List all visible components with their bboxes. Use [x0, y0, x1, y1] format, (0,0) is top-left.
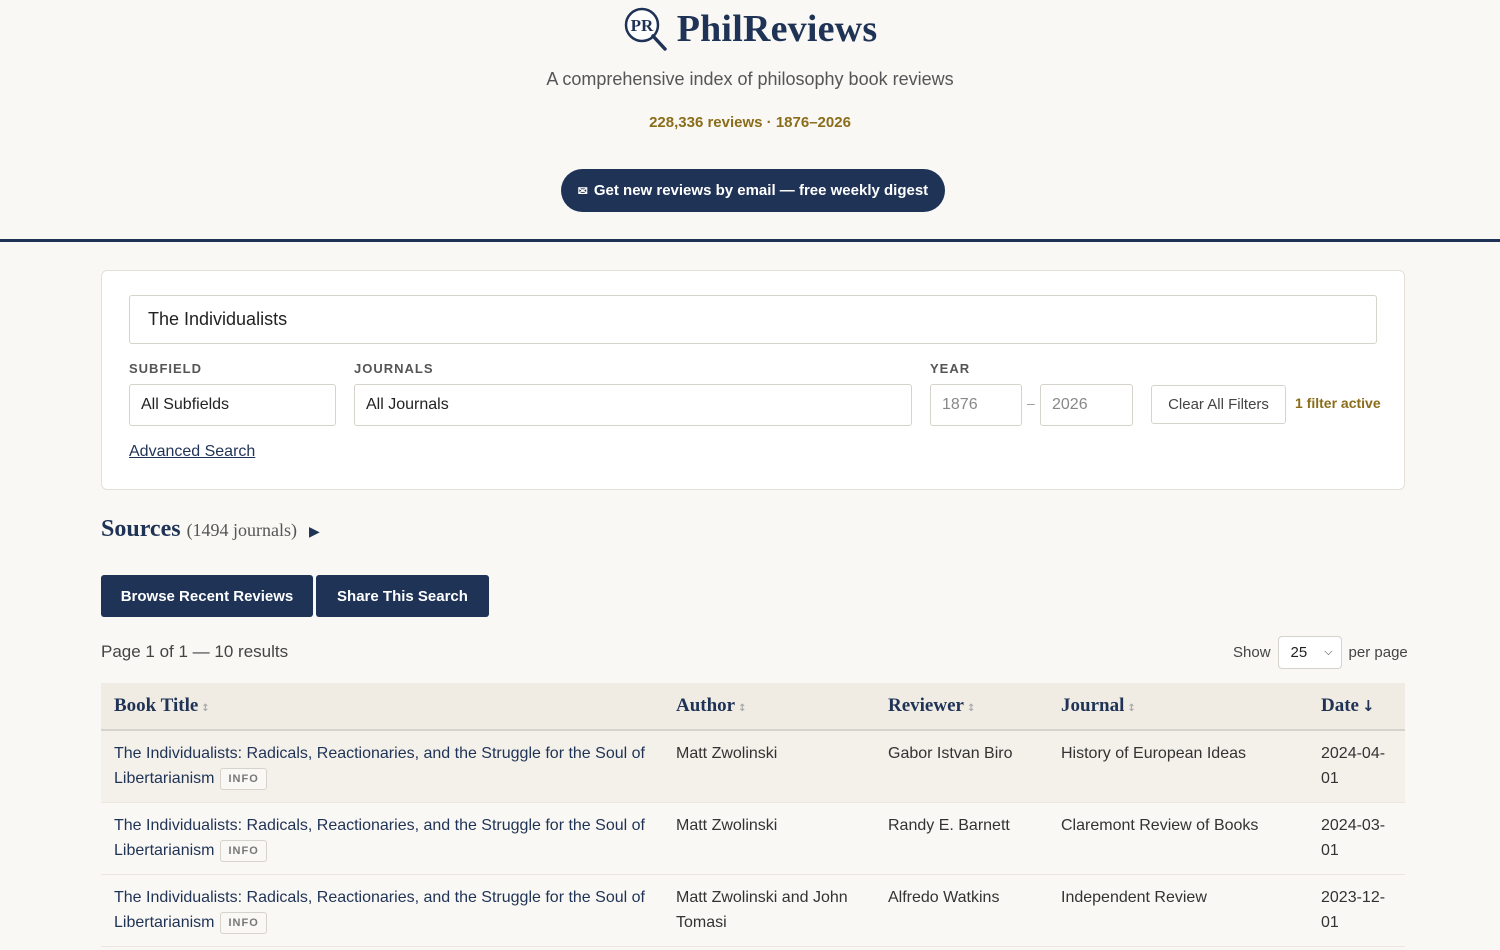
- per-page-suffix: per page: [1348, 644, 1408, 661]
- results-table: Book Title ↕ Author ↕ Reviewer ↕ Journal ↕ D…: [101, 683, 1405, 947]
- year-to-input[interactable]: 2026: [1040, 384, 1133, 426]
- column-header-book-title[interactable]: Book Title ↕: [101, 683, 663, 731]
- sources-title: Sources: [101, 516, 181, 542]
- share-search-button[interactable]: Share This Search: [316, 575, 489, 617]
- clear-filters-button[interactable]: Clear All Filters: [1151, 385, 1286, 424]
- column-header-date[interactable]: Date ↓: [1308, 683, 1405, 731]
- book-title-cell: The Individualists: Radicals, Reactionar…: [101, 802, 663, 875]
- sort-desc-icon: ↓: [1361, 697, 1375, 715]
- page-info: Page 1 of 1 — 10 results: [101, 642, 289, 661]
- reviewer-cell: Randy E. Barnett: [875, 802, 1048, 875]
- logo[interactable]: PR PhilReviews: [0, 6, 1500, 52]
- journals-select[interactable]: All Journals: [354, 384, 912, 426]
- book-title-cell: The Individualists: Radicals, Reactionar…: [101, 874, 663, 947]
- review-stats: 228,336 reviews · 1876–2026: [649, 114, 851, 131]
- sort-icon: ↕: [966, 703, 976, 714]
- date-cell: 2023-12-01: [1308, 874, 1405, 947]
- subfield-select[interactable]: All Subfields: [129, 384, 336, 426]
- sort-icon: ↕: [738, 703, 747, 714]
- table-row: The Individualists: Radicals, Reactionar…: [101, 874, 1405, 947]
- book-title-cell: The Individualists: Radicals, Reactionar…: [101, 730, 663, 803]
- column-header-journal[interactable]: Journal ↕: [1048, 683, 1308, 731]
- site-header: PR PhilReviews A comprehensive index of …: [0, 0, 1500, 242]
- email-digest-button[interactable]: ✉ Get new reviews by email — free weekly…: [561, 169, 945, 212]
- envelope-icon: ✉: [577, 183, 588, 198]
- magnifier-logo-icon: PR: [624, 7, 667, 51]
- year-from-input[interactable]: 1876: [930, 384, 1022, 426]
- column-header-author[interactable]: Author ↕: [663, 683, 875, 731]
- author-cell: Matt Zwolinski and John Tomasi: [663, 874, 875, 947]
- site-name: PhilReviews: [676, 8, 878, 50]
- tagline: A comprehensive index of philosophy book…: [546, 69, 954, 89]
- per-page-control: Show 25 ⌵ per page: [1233, 636, 1408, 669]
- book-title-link[interactable]: The Individualists: Radicals, Reactionar…: [114, 817, 645, 859]
- journals-label: JOURNALS: [354, 361, 434, 376]
- author-cell: Matt Zwolinski: [663, 802, 875, 875]
- sources-count: (1494 journals): [186, 520, 298, 540]
- email-digest-label: Get new reviews by email — free weekly d…: [593, 182, 929, 199]
- expand-arrow-icon: ▶: [309, 523, 320, 539]
- logo-letters: PR: [630, 16, 653, 35]
- journal-cell: History of European Ideas: [1048, 730, 1308, 803]
- table-row: The Individualists: Radicals, Reactionar…: [101, 802, 1405, 875]
- reviewer-cell: Gabor Istvan Biro: [875, 730, 1048, 803]
- browse-recent-button[interactable]: Browse Recent Reviews: [101, 575, 313, 617]
- year-separator: –: [1027, 395, 1035, 411]
- filter-status: 1 filter active: [1295, 395, 1381, 411]
- per-page-value: 25: [1290, 644, 1308, 661]
- info-button[interactable]: INFO: [220, 911, 267, 934]
- date-cell: 2024-03-01: [1308, 802, 1405, 875]
- chevron-down-icon: ⌵: [1324, 646, 1333, 658]
- sources-toggle[interactable]: Sources (1494 journals) ▶: [101, 516, 320, 543]
- date-cell: 2024-04-01: [1308, 730, 1405, 803]
- show-label: Show: [1233, 644, 1271, 661]
- search-input[interactable]: [129, 295, 1377, 344]
- search-panel: SUBFIELD All Subfields JOURNALS All Jour…: [101, 270, 1405, 490]
- info-button[interactable]: INFO: [220, 839, 267, 862]
- journal-cell: Independent Review: [1048, 874, 1308, 947]
- subfield-label: SUBFIELD: [129, 361, 202, 376]
- column-header-reviewer[interactable]: Reviewer ↕: [875, 683, 1048, 731]
- book-title-link[interactable]: The Individualists: Radicals, Reactionar…: [114, 889, 645, 931]
- advanced-search-link[interactable]: Advanced Search: [129, 443, 255, 461]
- per-page-select[interactable]: 25 ⌵: [1277, 636, 1342, 669]
- year-label: YEAR: [930, 361, 971, 376]
- journal-cell: Claremont Review of Books: [1048, 802, 1308, 875]
- reviewer-cell: Alfredo Watkins: [875, 874, 1048, 947]
- sort-icon: ↕: [201, 703, 210, 714]
- info-button[interactable]: INFO: [220, 767, 267, 790]
- table-header-row: Book Title ↕ Author ↕ Reviewer ↕ Journal ↕ D…: [101, 683, 1405, 731]
- book-title-link[interactable]: The Individualists: Radicals, Reactionar…: [114, 745, 645, 787]
- sort-icon: ↕: [1127, 703, 1136, 714]
- table-row: The Individualists: Radicals, Reactionar…: [101, 730, 1405, 803]
- author-cell: Matt Zwolinski: [663, 730, 875, 803]
